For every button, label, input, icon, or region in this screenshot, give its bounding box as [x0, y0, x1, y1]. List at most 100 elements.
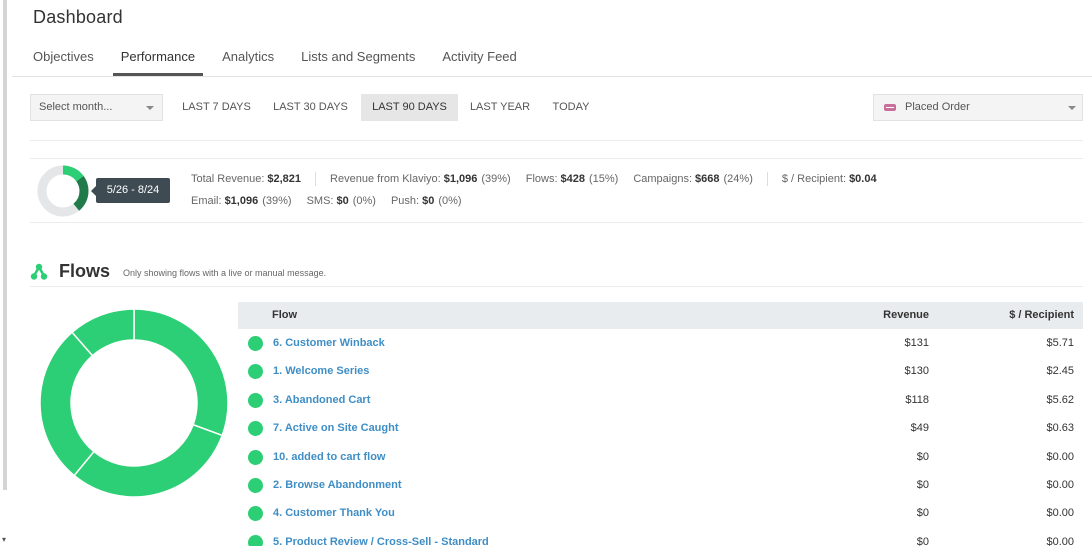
divider: [30, 222, 1083, 223]
flow-revenue: $131: [904, 337, 929, 349]
donut-slice[interactable]: [73, 423, 224, 497]
donut-slice[interactable]: [40, 331, 95, 477]
table-row: 5. Product Review / Cross-Sell - Standar…: [238, 528, 1083, 546]
flows-revenue-label: Flows:: [525, 173, 558, 185]
page-title: Dashboard: [33, 7, 123, 27]
klaviyo-revenue-label: Revenue from Klaviyo:: [330, 173, 441, 185]
flow-revenue: $0: [916, 507, 929, 520]
status-dot-icon: [248, 477, 263, 493]
flows-revenue-stat: Flows: $428 (15%): [526, 173, 619, 185]
flow-name-link[interactable]: 1. Welcome Series: [273, 357, 369, 385]
summary-stats-row-2: Email: $1,096 (39%) SMS: $0 (0%) Push: $…: [191, 195, 462, 207]
divider: [30, 286, 1083, 287]
range-last-30-days-button[interactable]: LAST 30 DAYS: [264, 94, 357, 121]
flow-revenue: $118: [905, 393, 929, 406]
flow-per-recipient: $5.71: [1046, 337, 1074, 349]
flow-revenue: $0: [916, 450, 929, 463]
flow-name-link[interactable]: 2. Browse Abandonment: [273, 471, 402, 499]
month-select[interactable]: Select month...: [30, 94, 163, 121]
total-revenue-stat: Total Revenue: $2,821: [191, 173, 301, 185]
table-row: 2. Browse Abandonment $0 $0.00: [238, 471, 1083, 499]
status-dot-icon: [248, 449, 263, 465]
table-row: 4. Customer Thank You $0 $0.00: [238, 499, 1083, 527]
flows-icon: [30, 263, 48, 280]
email-icon: [884, 104, 896, 111]
flow-name-link[interactable]: 6. Customer Winback: [273, 329, 385, 357]
summary-stats-row-1: Total Revenue: $2,821 Revenue from Klavi…: [191, 172, 877, 186]
tabs-divider: [12, 76, 1092, 77]
metric-select-value: Placed Order: [905, 101, 970, 113]
email-revenue-pct: (39%): [262, 195, 292, 207]
push-revenue-stat: Push: $0 (0%): [391, 195, 462, 207]
flow-name-link[interactable]: 10. added to cart flow: [273, 443, 385, 471]
flow-revenue: $130: [904, 365, 929, 378]
email-revenue-value: $1,096: [224, 195, 259, 207]
tab-performance[interactable]: Performance: [112, 48, 204, 76]
column-header-revenue[interactable]: Revenue: [883, 302, 929, 329]
flow-name-link[interactable]: 4. Customer Thank You: [273, 499, 395, 527]
column-header-flow[interactable]: Flow: [272, 302, 297, 329]
range-last-year-button[interactable]: LAST YEAR: [462, 94, 538, 121]
metric-select[interactable]: Placed Order: [873, 94, 1083, 121]
left-scrollbar[interactable]: ▾: [0, 0, 9, 546]
flows-revenue-donut: [40, 309, 228, 497]
status-dot-icon: [248, 364, 263, 380]
flow-per-recipient: $5.62: [1046, 393, 1074, 406]
flow-per-recipient: $0.00: [1046, 507, 1074, 520]
dashboard-tabs: Objectives Performance Analytics Lists a…: [33, 48, 544, 76]
range-today-button[interactable]: TODAY: [542, 94, 600, 121]
flow-name-link[interactable]: 5. Product Review / Cross-Sell - Standar…: [273, 528, 489, 546]
campaigns-revenue-pct: (24%): [723, 173, 753, 185]
sms-revenue-stat: SMS: $0 (0%): [307, 195, 376, 207]
donut-slice[interactable]: [133, 309, 228, 437]
email-revenue-stat: Email: $1,096 (39%): [191, 195, 292, 207]
klaviyo-revenue-stat: Revenue from Klaviyo: $1,096 (39%): [330, 173, 511, 185]
table-row: 10. added to cart flow $0 $0.00: [238, 443, 1083, 471]
flow-revenue: $0: [916, 478, 929, 491]
email-revenue-label: Email:: [191, 195, 222, 207]
scrollbar-thumb[interactable]: [3, 0, 7, 490]
tab-analytics[interactable]: Analytics: [222, 48, 274, 76]
per-recipient-label: $ / Recipient:: [781, 173, 847, 185]
scroll-down-arrow-icon[interactable]: ▾: [2, 536, 6, 544]
chevron-down-icon: [1068, 106, 1076, 110]
sms-revenue-value: $0: [336, 195, 349, 207]
flow-per-recipient: $0.63: [1046, 422, 1074, 435]
flow-per-recipient: $2.45: [1046, 365, 1074, 378]
range-last-7-days-button[interactable]: LAST 7 DAYS: [173, 94, 260, 121]
flow-name-link[interactable]: 3. Abandoned Cart: [273, 386, 370, 414]
table-header: Flow Revenue $ / Recipient: [238, 302, 1083, 329]
status-dot-icon: [248, 392, 263, 408]
push-revenue-label: Push:: [390, 195, 420, 207]
table-row: 3. Abandoned Cart $118 $5.62: [238, 386, 1083, 414]
flow-per-recipient: $0.00: [1046, 450, 1074, 463]
month-select-value: Select month...: [39, 101, 113, 113]
revenue-share-donut: [37, 165, 89, 217]
tab-objectives[interactable]: Objectives: [33, 48, 94, 76]
tab-lists-and-segments[interactable]: Lists and Segments: [301, 48, 415, 76]
table-row: 7. Active on Site Caught $49 $0.63: [238, 414, 1083, 442]
tab-activity-feed[interactable]: Activity Feed: [442, 48, 516, 76]
column-header-per-recipient[interactable]: $ / Recipient: [1009, 302, 1074, 329]
divider: [30, 158, 1083, 159]
range-last-90-days-button[interactable]: LAST 90 DAYS: [361, 94, 458, 121]
total-revenue-value: $2,821: [267, 173, 302, 185]
chevron-down-icon: [146, 106, 154, 110]
flows-revenue-value: $428: [560, 173, 585, 185]
per-recipient-value: $0.04: [849, 173, 877, 185]
flows-table: Flow Revenue $ / Recipient 6. Customer W…: [238, 302, 1083, 546]
divider: [30, 140, 1083, 141]
flow-revenue: $0: [916, 535, 929, 546]
flows-section-title: Flows: [59, 261, 111, 281]
klaviyo-revenue-pct: (39%): [481, 173, 511, 185]
sms-revenue-pct: (0%): [352, 195, 376, 207]
flow-revenue: $49: [910, 422, 929, 435]
campaigns-revenue-stat: Campaigns: $668 (24%): [633, 173, 753, 185]
flow-name-link[interactable]: 7. Active on Site Caught: [273, 414, 399, 442]
status-dot-icon: [248, 421, 263, 437]
table-row: 1. Welcome Series $130 $2.45: [238, 357, 1083, 385]
stat-separator: [315, 172, 317, 186]
campaigns-revenue-value: $668: [695, 173, 720, 185]
flows-section-note: Only showing flows with a live or manual…: [123, 268, 327, 278]
per-recipient-stat: $ / Recipient: $0.04: [782, 173, 877, 185]
